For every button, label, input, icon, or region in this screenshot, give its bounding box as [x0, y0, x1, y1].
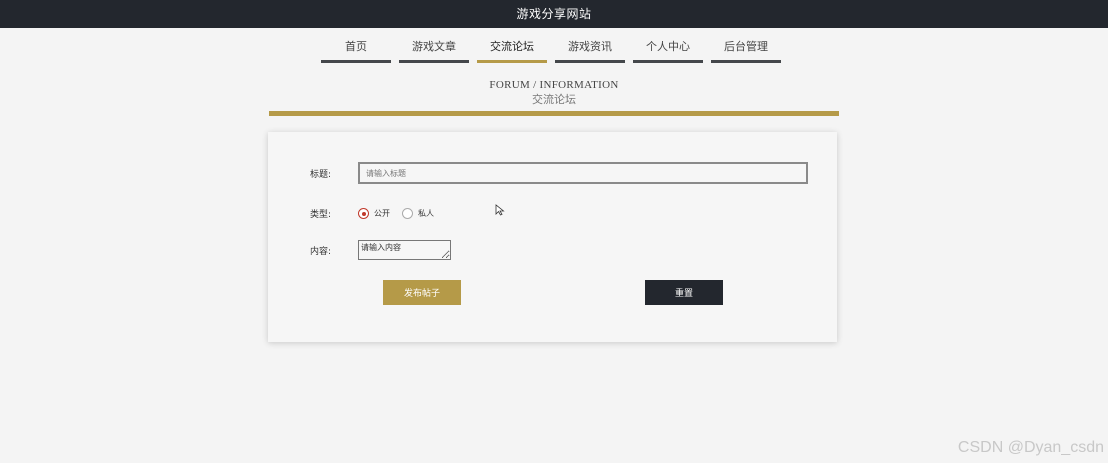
site-title: 游戏分享网站: [516, 7, 592, 21]
section-title-cn: 交流论坛: [532, 94, 576, 106]
reset-button[interactable]: 重置: [645, 280, 723, 305]
nav-item-news[interactable]: 游戏资讯: [555, 38, 625, 63]
nav-item-home[interactable]: 首页: [321, 38, 391, 63]
type-label: 类型:: [310, 210, 332, 220]
title-label: 标题:: [310, 169, 332, 180]
nav-item-forum[interactable]: 交流论坛: [477, 38, 547, 63]
mouse-cursor-icon: [495, 204, 505, 216]
radio-public-label: 公开: [374, 209, 390, 218]
radio-private-label: 私人: [418, 209, 434, 218]
radio-private[interactable]: [402, 208, 413, 219]
nav-item-articles[interactable]: 游戏文章: [399, 38, 469, 63]
post-form-card: 标题: 类型: 公开 私人 内容: 发布帖子 重置: [268, 132, 837, 342]
section-divider: [269, 111, 839, 116]
site-header: 游戏分享网站: [0, 0, 1108, 28]
submit-post-button[interactable]: 发布帖子: [383, 280, 461, 305]
radio-public[interactable]: [358, 208, 369, 219]
title-input[interactable]: [358, 162, 808, 184]
main-nav: 首页 游戏文章 交流论坛 游戏资讯 个人中心 后台管理: [0, 38, 1108, 63]
nav-item-admin[interactable]: 后台管理: [711, 38, 781, 63]
section-title-en: FORUM / INFORMATION: [489, 79, 619, 91]
section-title: FORUM / INFORMATION 交流论坛: [0, 79, 1108, 107]
type-row: 类型: 公开 私人: [310, 207, 446, 220]
content-label: 内容:: [310, 246, 332, 257]
title-row: 标题:: [310, 162, 808, 184]
content-textarea[interactable]: [358, 240, 451, 260]
nav-item-profile[interactable]: 个人中心: [633, 38, 703, 63]
watermark: CSDN @Dyan_csdn: [957, 439, 1104, 456]
content-row: 内容:: [310, 240, 451, 260]
